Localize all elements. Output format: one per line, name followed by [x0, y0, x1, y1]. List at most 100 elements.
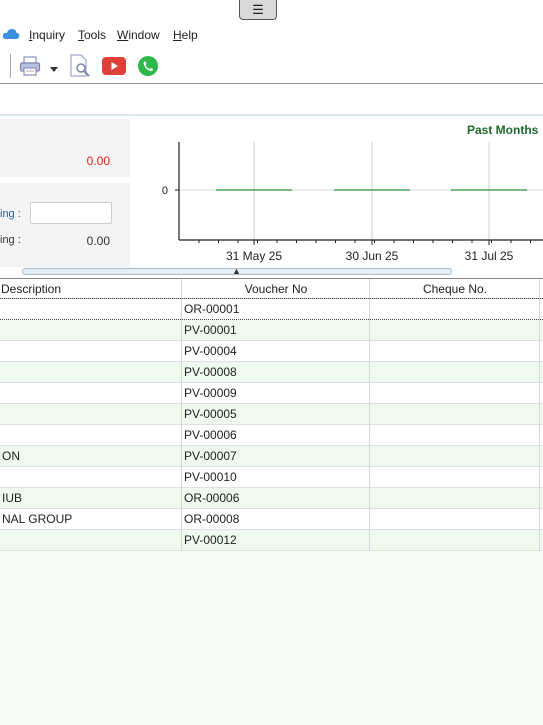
table-row[interactable]: PV-00005: [0, 404, 543, 425]
table-row[interactable]: PV-00004: [0, 341, 543, 362]
cell-voucher-no[interactable]: PV-00008: [182, 362, 369, 383]
column-divider: [369, 320, 370, 341]
focus-outline: [0, 298, 543, 299]
table-row[interactable]: PV-00009: [0, 383, 543, 404]
cell-voucher-no[interactable]: PV-00001: [182, 320, 369, 341]
table-row[interactable]: PV-00008: [0, 362, 543, 383]
pending-input[interactable]: [30, 202, 112, 224]
y-tick-label: 0: [162, 185, 168, 197]
cell-description[interactable]: [0, 383, 181, 404]
column-divider: [369, 467, 370, 488]
table-row[interactable]: NAL GROUP OR-00008: [0, 509, 543, 530]
table-row[interactable]: PV-00006: [0, 425, 543, 446]
column-divider: [181, 509, 182, 530]
column-divider: [369, 446, 370, 467]
cell-cheque-no[interactable]: [370, 362, 539, 383]
table-row[interactable]: PV-00010: [0, 467, 543, 488]
menu-toggle-button[interactable]: ☰: [239, 0, 277, 20]
cell-voucher-no[interactable]: PV-00012: [182, 530, 369, 551]
cell-description[interactable]: [0, 404, 181, 425]
column-divider: [181, 299, 182, 320]
table-row[interactable]: IUB OR-00006: [0, 488, 543, 509]
cell-description[interactable]: [0, 299, 181, 320]
cell-description[interactable]: ON: [0, 446, 181, 467]
column-divider: [539, 404, 540, 425]
cell-voucher-no[interactable]: PV-00010: [182, 467, 369, 488]
whatsapp-icon[interactable]: [137, 55, 159, 80]
past-months-chart: 0 31 May 25 30 Jun 25 31 Jul 25: [162, 142, 543, 263]
cell-cheque-no[interactable]: [370, 299, 539, 320]
column-divider: [369, 279, 370, 299]
column-divider: [369, 341, 370, 362]
table-row[interactable]: PV-00012: [0, 530, 543, 551]
cell-description[interactable]: [0, 530, 181, 551]
x-tick-label: 30 Jun 25: [346, 249, 399, 263]
cell-description[interactable]: [0, 425, 181, 446]
column-divider: [369, 530, 370, 551]
cell-description[interactable]: [0, 341, 181, 362]
chevron-up-icon[interactable]: ▲: [232, 266, 241, 276]
cell-voucher-no[interactable]: OR-00008: [182, 509, 369, 530]
filter-bar: [0, 84, 543, 116]
grid-empty-area: [0, 551, 543, 725]
toolbar: [0, 47, 543, 84]
closing-label: ing :: [0, 234, 21, 246]
column-divider: [181, 446, 182, 467]
column-divider: [369, 362, 370, 383]
cell-description[interactable]: [0, 467, 181, 488]
amount-red: 0.00: [86, 154, 110, 168]
print-preview-icon[interactable]: [69, 54, 91, 81]
cell-cheque-no[interactable]: [370, 467, 539, 488]
cell-cheque-no[interactable]: [370, 446, 539, 467]
column-divider: [181, 467, 182, 488]
column-divider: [369, 488, 370, 509]
menu-inquiry[interactable]: Inquiry: [29, 28, 65, 42]
youtube-icon[interactable]: [102, 57, 126, 78]
table-row[interactable]: PV-00001: [0, 320, 543, 341]
print-icon[interactable]: [19, 55, 41, 80]
cell-voucher-no[interactable]: OR-00001: [182, 299, 369, 320]
cell-voucher-no[interactable]: PV-00004: [182, 341, 369, 362]
column-header-voucher-no[interactable]: Voucher No: [182, 279, 370, 299]
menu-help[interactable]: Help: [173, 28, 198, 42]
closing-value: 0.00: [86, 234, 110, 248]
pending-label: ing :: [0, 208, 21, 220]
cell-description[interactable]: [0, 320, 181, 341]
column-divider: [539, 279, 540, 299]
balance-panel: ing : ing : 0.00: [0, 183, 130, 267]
table-row[interactable]: OR-00001: [0, 299, 543, 320]
column-divider: [181, 279, 182, 299]
cell-voucher-no[interactable]: OR-00006: [182, 488, 369, 509]
dropdown-arrow-icon[interactable]: [50, 62, 58, 76]
column-divider: [369, 299, 370, 320]
cell-voucher-no[interactable]: PV-00006: [182, 425, 369, 446]
cell-cheque-no[interactable]: [370, 320, 539, 341]
column-header-description[interactable]: Description: [0, 279, 181, 299]
cell-description[interactable]: [0, 362, 181, 383]
cell-voucher-no[interactable]: PV-00009: [182, 383, 369, 404]
menu-bar: Inquiry Tools Window Help: [0, 24, 543, 46]
cell-cheque-no[interactable]: [370, 404, 539, 425]
column-divider: [539, 341, 540, 362]
cell-cheque-no[interactable]: [370, 509, 539, 530]
cell-cheque-no[interactable]: [370, 425, 539, 446]
menu-window[interactable]: Window: [117, 28, 160, 42]
cell-description[interactable]: NAL GROUP: [0, 509, 181, 530]
cloud-icon[interactable]: [2, 27, 20, 44]
cell-cheque-no[interactable]: [370, 341, 539, 362]
column-divider: [181, 530, 182, 551]
menu-tools[interactable]: Tools: [78, 28, 106, 42]
column-divider: [181, 362, 182, 383]
column-divider: [181, 425, 182, 446]
cell-description[interactable]: IUB: [0, 488, 181, 509]
cell-voucher-no[interactable]: PV-00007: [182, 446, 369, 467]
chart-title: Past Months: [467, 123, 539, 137]
cell-voucher-no[interactable]: PV-00005: [182, 404, 369, 425]
cell-cheque-no[interactable]: [370, 488, 539, 509]
column-divider: [181, 383, 182, 404]
table-row[interactable]: ON PV-00007: [0, 446, 543, 467]
cell-cheque-no[interactable]: [370, 383, 539, 404]
cell-cheque-no[interactable]: [370, 530, 539, 551]
column-header-cheque-no[interactable]: Cheque No.: [371, 279, 539, 299]
column-divider: [181, 320, 182, 341]
